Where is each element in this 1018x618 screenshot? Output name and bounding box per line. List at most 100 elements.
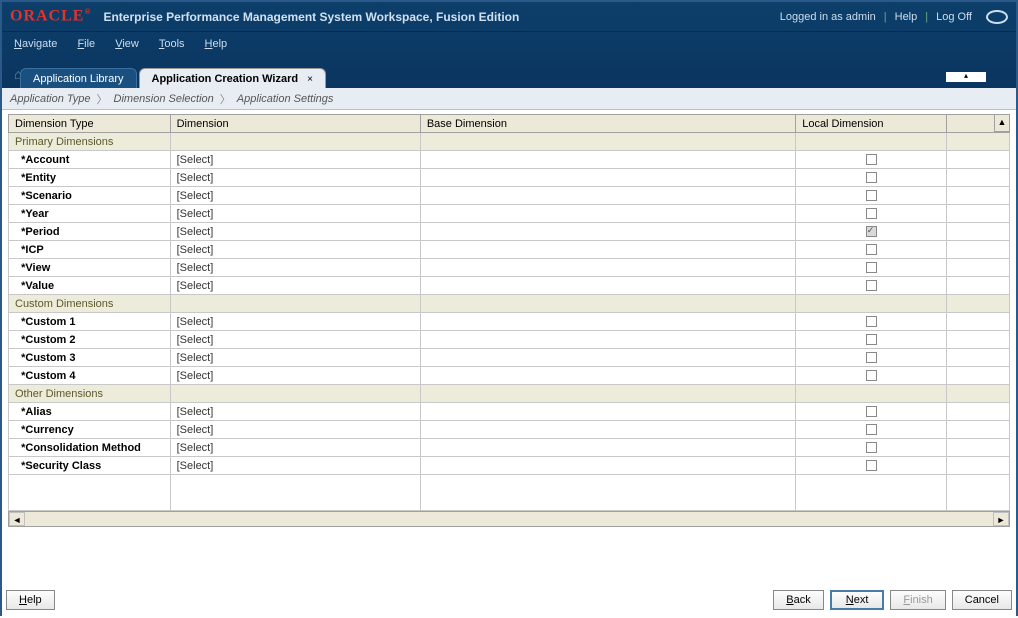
separator: | (925, 11, 928, 23)
checkbox-icon[interactable] (866, 370, 877, 381)
breadcrumb-step-2[interactable]: Dimension Selection (114, 93, 214, 105)
logoff-link[interactable]: Log Off (936, 11, 972, 23)
dimension-type-cell: *Entity (9, 169, 171, 187)
dimension-select-cell[interactable]: [Select] (170, 403, 420, 421)
dimension-select-cell[interactable]: [Select] (170, 277, 420, 295)
dimension-select-cell[interactable]: [Select] (170, 313, 420, 331)
chevron-right-icon: 〉 (220, 91, 231, 107)
dimension-select-cell[interactable]: [Select] (170, 259, 420, 277)
menu-navigate[interactable]: Navigate (14, 38, 57, 50)
menu-file[interactable]: File (77, 38, 95, 50)
help-link[interactable]: Help (895, 11, 918, 23)
dimension-select-cell[interactable]: [Select] (170, 421, 420, 439)
menu-view[interactable]: View (115, 38, 139, 50)
table-row: *Custom 4[Select] (9, 367, 1010, 385)
local-dimension-cell[interactable] (796, 259, 947, 277)
checkbox-icon[interactable] (866, 208, 877, 219)
local-dimension-cell[interactable] (796, 169, 947, 187)
scroll-left-icon[interactable]: ◄ (9, 512, 25, 526)
scroll-right-icon[interactable]: ► (993, 512, 1009, 526)
dimension-type-cell: *ICP (9, 241, 171, 259)
dimension-select-cell[interactable]: [Select] (170, 205, 420, 223)
checkbox-icon[interactable] (866, 442, 877, 453)
dimension-select-cell[interactable]: [Select] (170, 349, 420, 367)
local-dimension-cell[interactable] (796, 223, 947, 241)
base-dimension-cell (420, 349, 795, 367)
menu-help[interactable]: Help (205, 38, 228, 50)
dimension-type-cell: *Consolidation Method (9, 439, 171, 457)
breadcrumb-step-3[interactable]: Application Settings (237, 93, 334, 105)
dimension-select-cell[interactable]: [Select] (170, 151, 420, 169)
local-dimension-cell[interactable] (796, 421, 947, 439)
local-dimension-cell[interactable] (796, 313, 947, 331)
cancel-button[interactable]: Cancel (952, 590, 1012, 610)
dimension-type-cell: *Account (9, 151, 171, 169)
checkbox-icon[interactable] (866, 262, 877, 273)
brand-oval-icon (986, 10, 1008, 24)
local-dimension-cell[interactable] (796, 205, 947, 223)
col-header-type[interactable]: Dimension Type (9, 115, 171, 133)
menu-tools[interactable]: Tools (159, 38, 185, 50)
table-row: *Custom 3[Select] (9, 349, 1010, 367)
checkbox-icon[interactable] (866, 406, 877, 417)
next-button[interactable]: Next (830, 590, 885, 610)
header-top: ORACLE® Enterprise Performance Managemen… (2, 2, 1016, 32)
dimension-type-cell: *Custom 4 (9, 367, 171, 385)
base-dimension-cell (420, 187, 795, 205)
checkbox-icon[interactable] (866, 316, 877, 327)
tab-application-creation-wizard[interactable]: Application Creation Wizard × (139, 68, 326, 88)
base-dimension-cell (420, 367, 795, 385)
checkbox-icon[interactable] (866, 424, 877, 435)
section-header: Custom Dimensions (9, 295, 1010, 313)
dimension-select-cell[interactable]: [Select] (170, 169, 420, 187)
dimension-select-cell[interactable]: [Select] (170, 457, 420, 475)
collapse-toggle-icon[interactable]: ▴ (946, 72, 986, 82)
section-label: Other Dimensions (9, 385, 171, 403)
dimension-select-cell[interactable]: [Select] (170, 439, 420, 457)
base-dimension-cell (420, 151, 795, 169)
base-dimension-cell (420, 313, 795, 331)
checkbox-icon[interactable] (866, 190, 877, 201)
local-dimension-cell[interactable] (796, 241, 947, 259)
col-header-dimension[interactable]: Dimension (170, 115, 420, 133)
extra-cell (947, 331, 1010, 349)
horizontal-scrollbar[interactable]: ◄ ► (8, 511, 1010, 527)
checkbox-icon[interactable] (866, 460, 877, 471)
local-dimension-cell[interactable] (796, 439, 947, 457)
checkbox-icon[interactable] (866, 352, 877, 363)
logged-in-label: Logged in as admin (780, 11, 876, 23)
tab-application-library[interactable]: Application Library (20, 68, 137, 88)
dimension-select-cell[interactable]: [Select] (170, 241, 420, 259)
extra-cell (947, 259, 1010, 277)
checkbox-icon[interactable] (866, 154, 877, 165)
col-header-base[interactable]: Base Dimension (420, 115, 795, 133)
local-dimension-cell[interactable] (796, 457, 947, 475)
local-dimension-cell[interactable] (796, 403, 947, 421)
local-dimension-cell[interactable] (796, 367, 947, 385)
close-icon[interactable]: × (307, 74, 313, 85)
local-dimension-cell[interactable] (796, 349, 947, 367)
table-row: *Entity[Select] (9, 169, 1010, 187)
breadcrumb-step-1[interactable]: Application Type (10, 93, 91, 105)
back-button[interactable]: Back (773, 590, 823, 610)
checkbox-icon[interactable] (866, 280, 877, 291)
header-right: Logged in as admin | Help | Log Off (780, 10, 1008, 24)
local-dimension-cell[interactable] (796, 187, 947, 205)
chevron-right-icon: 〉 (97, 91, 108, 107)
checkbox-icon[interactable] (866, 334, 877, 345)
local-dimension-cell[interactable] (796, 331, 947, 349)
checkbox-icon[interactable] (866, 244, 877, 255)
scroll-up-icon[interactable]: ▲ (994, 114, 1010, 132)
dimension-select-cell[interactable]: [Select] (170, 187, 420, 205)
checkbox-icon[interactable] (866, 226, 877, 237)
dimension-select-cell[interactable]: [Select] (170, 367, 420, 385)
local-dimension-cell[interactable] (796, 277, 947, 295)
checkbox-icon[interactable] (866, 172, 877, 183)
dimension-select-cell[interactable]: [Select] (170, 331, 420, 349)
base-dimension-cell (420, 169, 795, 187)
local-dimension-cell[interactable] (796, 151, 947, 169)
table-row: *Scenario[Select] (9, 187, 1010, 205)
dimension-select-cell[interactable]: [Select] (170, 223, 420, 241)
help-button[interactable]: Help (6, 590, 55, 610)
col-header-local[interactable]: Local Dimension (796, 115, 947, 133)
